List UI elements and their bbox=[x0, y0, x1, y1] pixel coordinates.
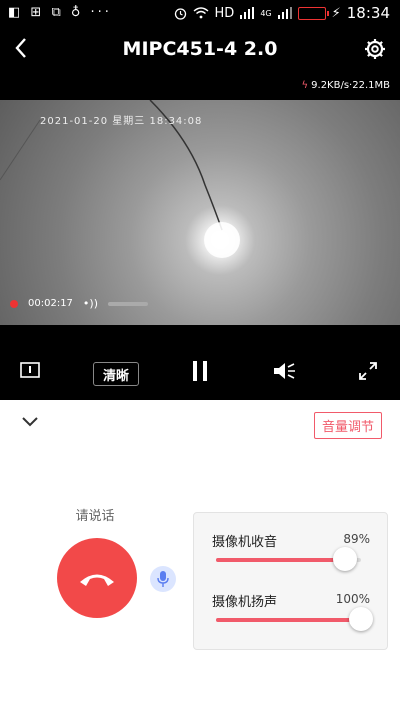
status-time: 18:34 bbox=[346, 4, 390, 22]
video-timestamp: 2021-01-20 星期三 18:34:08 bbox=[40, 116, 203, 127]
chevron-down-icon[interactable] bbox=[20, 414, 40, 428]
hang-up-button[interactable] bbox=[57, 538, 137, 618]
recording-time: 00:02:17 bbox=[28, 298, 73, 309]
slider-value: 100% bbox=[335, 592, 370, 606]
status-left-icons: ◧ ⊞ ⧉ ♁ ··· bbox=[8, 5, 112, 20]
net-speed-icon: ϟ bbox=[301, 80, 309, 91]
network-type: 4G bbox=[260, 8, 272, 18]
recording-indicator: 00:02:17 •)) bbox=[10, 297, 148, 310]
slider-fill bbox=[216, 618, 361, 622]
net-speed-text: 9.2KB/s·22.1MB bbox=[311, 80, 390, 91]
slider-value: 89% bbox=[343, 532, 370, 546]
alarm-icon bbox=[174, 7, 186, 20]
talk-panel: 音量调节 请说话 摄像机收音 89% 摄像机扬声 100% bbox=[0, 400, 400, 711]
status-bar: ◧ ⊞ ⧉ ♁ ··· HD 4G ⚡ 18:34 bbox=[0, 0, 400, 28]
player-controls: 清晰 bbox=[0, 356, 400, 396]
slider-knob[interactable] bbox=[349, 607, 373, 631]
slider-label: 摄像机扬声 bbox=[212, 595, 278, 610]
signal-icon-2 bbox=[277, 7, 292, 19]
slider-knob[interactable] bbox=[333, 547, 358, 571]
volume-card: 摄像机收音 89% 摄像机扬声 100% bbox=[193, 512, 388, 650]
charging-icon: ⚡ bbox=[331, 5, 341, 21]
fullscreen-icon[interactable] bbox=[359, 362, 377, 380]
pause-icon[interactable] bbox=[192, 360, 208, 382]
audio-wave-icon: •)) bbox=[82, 297, 98, 310]
phone-hangup-icon bbox=[80, 574, 114, 586]
ceiling-wire bbox=[0, 100, 240, 258]
slider-label: 摄像机收音 bbox=[212, 535, 278, 550]
gear-icon[interactable] bbox=[364, 38, 386, 60]
camera-video-feed[interactable]: 2021-01-20 星期三 18:34:08 00:02:17 •)) bbox=[0, 100, 400, 325]
clarity-button[interactable]: 清晰 bbox=[93, 362, 139, 386]
volume-slider[interactable] bbox=[216, 547, 361, 571]
volume-slider[interactable] bbox=[216, 607, 373, 631]
wifi-icon bbox=[193, 7, 208, 19]
speak-prompt: 请说话 bbox=[75, 509, 115, 524]
microphone-button[interactable] bbox=[150, 566, 176, 592]
speaker-mute-icon[interactable] bbox=[272, 360, 296, 382]
microphone-icon bbox=[157, 571, 169, 587]
slider-fill bbox=[216, 558, 346, 562]
page-title: MIPC451-4 2.0 bbox=[122, 38, 278, 60]
audio-level-bar bbox=[108, 301, 148, 306]
volume-adjust-button[interactable]: 音量调节 bbox=[313, 412, 382, 439]
signal-icon bbox=[240, 7, 255, 19]
record-dot-icon bbox=[10, 299, 18, 308]
title-bar: MIPC451-4 2.0 bbox=[0, 30, 400, 74]
net-speed: ϟ 9.2KB/s·22.1MB bbox=[302, 80, 390, 91]
info-icon[interactable] bbox=[20, 362, 40, 378]
hd-indicator: HD bbox=[214, 5, 235, 21]
player-area: ◧ ⊞ ⧉ ♁ ··· HD 4G ⚡ 18:34 MIPC451-4 2.0 … bbox=[0, 0, 400, 400]
battery-icon bbox=[297, 6, 329, 20]
